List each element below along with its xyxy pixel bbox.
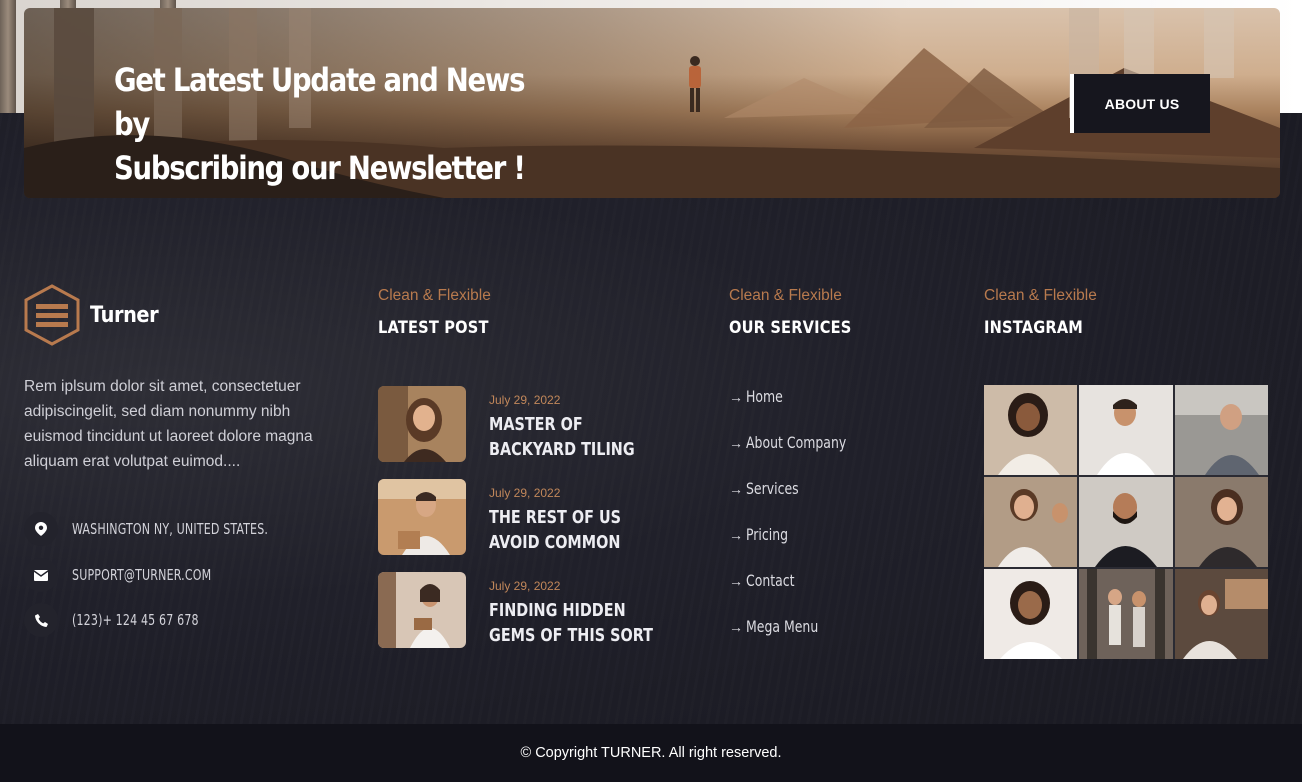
services-subtitle: Clean & Flexible [729, 287, 842, 304]
service-link-label[interactable]: Pricing [746, 525, 788, 544]
post-thumbnail[interactable] [378, 572, 466, 648]
contact-address: WASHINGTON NY, UNITED STATES. [24, 512, 311, 546]
phone-link[interactable]: (123)+ 124 45 67 678 [72, 611, 199, 629]
instagram-photo[interactable] [1079, 569, 1173, 659]
arrow-right-icon: → [729, 526, 743, 543]
location-pin-icon [24, 512, 58, 546]
instagram-photo[interactable] [984, 385, 1078, 475]
service-link-label[interactable]: About Company [746, 433, 846, 452]
services-heading: OUR SERVICES [729, 318, 852, 338]
arrow-right-icon: → [729, 480, 743, 497]
service-link-pricing[interactable]: → Pricing [729, 525, 800, 544]
post-thumbnail[interactable] [378, 386, 466, 462]
email-link[interactable]: SUPPORT@TURNER.COM [72, 566, 211, 584]
instagram-grid [984, 385, 1268, 659]
arrow-right-icon: → [729, 388, 743, 405]
service-link-label[interactable]: Contact [746, 571, 795, 590]
instagram-photo[interactable] [1079, 477, 1173, 567]
post-item[interactable]: July 29, 2022 THE REST OF US AVOID COMMO… [378, 479, 678, 555]
instagram-photo[interactable] [1079, 385, 1173, 475]
service-link-label[interactable]: Services [746, 479, 799, 498]
service-link-services[interactable]: → Services [729, 479, 813, 498]
instagram-photo[interactable] [1174, 385, 1268, 475]
service-link-mega-menu[interactable]: → Mega Menu [729, 617, 839, 636]
address-text: WASHINGTON NY, UNITED STATES. [72, 520, 269, 538]
post-item[interactable]: July 29, 2022 MASTER OF BACKYARD TILING [378, 386, 678, 462]
service-link-about-company[interactable]: → About Company [729, 433, 875, 452]
service-link-label[interactable]: Mega Menu [746, 617, 818, 636]
latest-post-subtitle: Clean & Flexible [378, 287, 491, 304]
envelope-icon [24, 558, 58, 592]
post-title[interactable]: MASTER OF BACKYARD TILING [489, 412, 665, 462]
newsletter-title-line1: Get Latest Update and News by [114, 61, 525, 143]
instagram-heading: INSTAGRAM [984, 318, 1084, 338]
copyright-text: © Copyright TURNER. All right reserved. [520, 745, 782, 761]
service-link-contact[interactable]: → Contact [729, 571, 808, 590]
service-link-label[interactable]: Home [746, 387, 783, 406]
instagram-photo[interactable] [984, 477, 1078, 567]
post-item[interactable]: July 29, 2022 FINDING HIDDEN GEMS OF THI… [378, 572, 678, 648]
contact-email[interactable]: SUPPORT@TURNER.COM [24, 558, 242, 592]
arrow-right-icon: → [729, 618, 743, 635]
phone-icon [24, 603, 58, 637]
footer-logo[interactable]: Turner [24, 284, 168, 346]
post-thumbnail[interactable] [378, 479, 466, 555]
instagram-photo[interactable] [984, 569, 1078, 659]
latest-post-heading: LATEST POST [378, 318, 489, 338]
post-date: July 29, 2022 [489, 579, 561, 593]
contact-phone[interactable]: (123)+ 124 45 67 678 [24, 603, 227, 637]
about-text: Rem iplsum dolor sit amet, consectetuer … [24, 378, 313, 470]
brand-name: Turner [90, 302, 159, 328]
pillar-decoration [0, 0, 16, 113]
newsletter-banner: Get Latest Update and News by Subscribin… [24, 8, 1280, 198]
post-date: July 29, 2022 [489, 486, 561, 500]
about-us-button[interactable]: ABOUT US [1070, 74, 1210, 133]
instagram-subtitle: Clean & Flexible [984, 287, 1097, 304]
copyright-bar: © Copyright TURNER. All right reserved. [0, 724, 1302, 782]
newsletter-title: Get Latest Update and News by Subscribin… [114, 58, 561, 190]
instagram-photo[interactable] [1174, 569, 1268, 659]
arrow-right-icon: → [729, 434, 743, 451]
arrow-right-icon: → [729, 572, 743, 589]
post-title[interactable]: THE REST OF US AVOID COMMON [489, 505, 665, 555]
service-link-home[interactable]: → Home [729, 387, 793, 406]
newsletter-title-line2: Subscribing our Newsletter ! [114, 149, 526, 187]
instagram-photo[interactable] [1174, 477, 1268, 567]
hexagon-logo-icon [24, 284, 80, 346]
post-title[interactable]: FINDING HIDDEN GEMS OF THIS SORT [489, 598, 665, 648]
post-date: July 29, 2022 [489, 393, 561, 407]
